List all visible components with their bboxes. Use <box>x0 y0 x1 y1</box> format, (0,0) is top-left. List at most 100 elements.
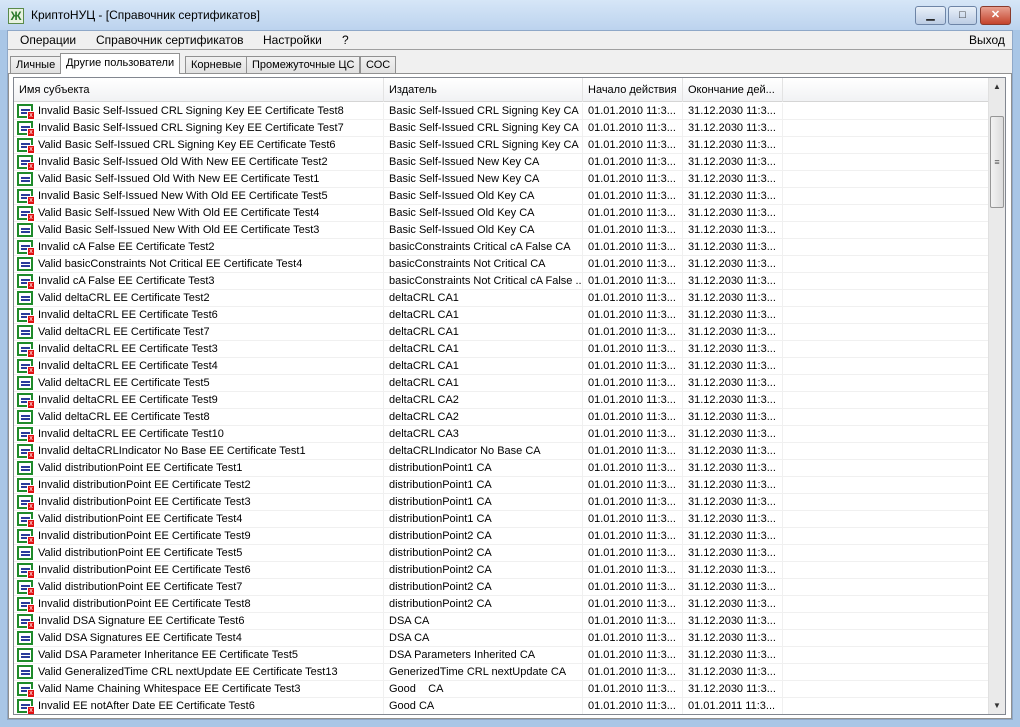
table-row[interactable]: x Invalid Basic Self-Issued CRL Signing K… <box>14 120 989 137</box>
cell-subject: Valid deltaCRL EE Certificate Test2 <box>14 290 384 307</box>
cell-valid-to: 31.12.2030 11:3... <box>683 681 783 698</box>
cell-valid-from: 01.01.2010 11:3... <box>583 103 683 120</box>
error-badge-icon: x <box>27 349 35 358</box>
cell-valid-to: 31.12.2030 11:3... <box>683 664 783 681</box>
table-row[interactable]: x Invalid Basic Self-Issued New With Old … <box>14 188 989 205</box>
error-badge-icon: x <box>27 689 35 698</box>
subject-name: Invalid Basic Self-Issued New With Old E… <box>38 190 328 202</box>
table-row[interactable]: x Invalid deltaCRL EE Certificate Test9 de… <box>14 392 989 409</box>
column-header-issuer[interactable]: Издатель <box>384 78 583 102</box>
tab-root[interactable]: Корневые <box>185 56 248 74</box>
error-badge-icon: x <box>27 281 35 290</box>
cell-subject: Valid distributionPoint EE Certificate T… <box>14 460 384 477</box>
table-row[interactable]: x Invalid distributionPoint EE Certificat… <box>14 596 989 613</box>
table-row[interactable]: x Invalid cA False EE Certificate Test3 ba… <box>14 273 989 290</box>
table-row[interactable]: x Invalid DSA Signature EE Certificate Te… <box>14 613 989 630</box>
menu-operations[interactable]: Операции <box>20 33 76 47</box>
vertical-scrollbar[interactable]: ▲ ≡ ▼ <box>988 78 1005 714</box>
subject-name: Valid deltaCRL EE Certificate Test7 <box>38 326 210 338</box>
cell-subject: Valid deltaCRL EE Certificate Test8 <box>14 409 384 426</box>
table-row[interactable]: x Invalid distributionPoint EE Certificat… <box>14 477 989 494</box>
table-row[interactable]: x Invalid distributionPoint EE Certificat… <box>14 562 989 579</box>
certificate-error-icon: x <box>17 580 35 596</box>
table-row[interactable]: Valid basicConstraints Not Critical EE C… <box>14 256 989 273</box>
cell-subject: x Invalid Basic Self-Issued Old With New … <box>14 154 384 171</box>
table-row[interactable]: x Invalid EE notAfter Date EE Certificate… <box>14 698 989 714</box>
table-row[interactable]: Valid DSA Signatures EE Certificate Test… <box>14 630 989 647</box>
cell-valid-from: 01.01.2010 11:3... <box>583 630 683 647</box>
cell-valid-to: 31.12.2030 11:3... <box>683 375 783 392</box>
table-row[interactable]: x Invalid Basic Self-Issued CRL Signing K… <box>14 103 989 120</box>
table-row[interactable]: x Invalid deltaCRL EE Certificate Test10 d… <box>14 426 989 443</box>
certificate-error-icon: x <box>17 427 35 443</box>
cell-valid-from: 01.01.2010 11:3... <box>583 528 683 545</box>
table-row[interactable]: Valid DSA Parameter Inheritance EE Certi… <box>14 647 989 664</box>
menu-cert-directory[interactable]: Справочник сертификатов <box>96 33 244 47</box>
table-row[interactable]: x Valid Basic Self-Issued New With Old EE… <box>14 205 989 222</box>
subject-name: Invalid deltaCRL EE Certificate Test10 <box>38 428 224 440</box>
table-row[interactable]: x Invalid distributionPoint EE Certificat… <box>14 494 989 511</box>
cell-issuer: distributionPoint2 CA <box>384 562 583 579</box>
minimize-button[interactable]: ▁ <box>915 6 946 25</box>
certificate-error-icon: x <box>17 308 35 324</box>
table-row[interactable]: Valid distributionPoint EE Certificate T… <box>14 545 989 562</box>
certificate-error-icon: x <box>17 563 35 579</box>
subject-name: Invalid distributionPoint EE Certificate… <box>38 496 251 508</box>
subject-name: Invalid distributionPoint EE Certificate… <box>38 530 251 542</box>
table-row[interactable]: x Invalid deltaCRL EE Certificate Test3 de… <box>14 341 989 358</box>
scroll-thumb[interactable]: ≡ <box>990 116 1004 208</box>
cell-valid-from: 01.01.2010 11:3... <box>583 647 683 664</box>
subject-name: Invalid Basic Self-Issued CRL Signing Ke… <box>38 105 344 117</box>
tab-crl[interactable]: СОС <box>360 56 397 74</box>
cell-issuer: deltaCRL CA1 <box>384 307 583 324</box>
error-badge-icon: x <box>27 519 35 528</box>
table-row[interactable]: x Invalid deltaCRL EE Certificate Test6 de… <box>14 307 989 324</box>
table-row[interactable]: Valid Basic Self-Issued New With Old EE … <box>14 222 989 239</box>
cell-issuer: deltaCRL CA3 <box>384 426 583 443</box>
table-row[interactable]: Valid GeneralizedTime CRL nextUpdate EE … <box>14 664 989 681</box>
table-row[interactable]: x Valid distributionPoint EE Certificate … <box>14 511 989 528</box>
table-row[interactable]: Valid deltaCRL EE Certificate Test5 delta… <box>14 375 989 392</box>
cell-valid-from: 01.01.2010 11:3... <box>583 273 683 290</box>
column-header-valid-from[interactable]: Начало действия <box>583 78 683 102</box>
cell-valid-to: 31.12.2030 11:3... <box>683 545 783 562</box>
table-row[interactable]: x Invalid Basic Self-Issued Old With New … <box>14 154 989 171</box>
error-badge-icon: x <box>27 536 35 545</box>
subject-name: Valid DSA Signatures EE Certificate Test… <box>38 632 242 644</box>
error-badge-icon: x <box>27 570 35 579</box>
menu-help[interactable]: ? <box>342 33 349 47</box>
cell-issuer: deltaCRL CA2 <box>384 409 583 426</box>
table-row[interactable]: x Valid distributionPoint EE Certificate … <box>14 579 989 596</box>
cell-valid-from: 01.01.2010 11:3... <box>583 443 683 460</box>
column-header-subject[interactable]: Имя субъекта <box>14 78 384 102</box>
close-button[interactable]: ✕ <box>980 6 1011 25</box>
cell-issuer: deltaCRL CA2 <box>384 392 583 409</box>
maximize-button[interactable]: □ <box>948 6 977 25</box>
menu-exit[interactable]: Выход <box>969 33 1005 47</box>
table-row[interactable]: x Invalid deltaCRLIndicator No Base EE Ce… <box>14 443 989 460</box>
table-row[interactable]: Valid deltaCRL EE Certificate Test8 delta… <box>14 409 989 426</box>
cell-valid-to: 31.12.2030 11:3... <box>683 579 783 596</box>
certificate-icon <box>17 291 33 305</box>
table-row[interactable]: x Valid Basic Self-Issued CRL Signing Key… <box>14 137 989 154</box>
table-row[interactable]: Valid deltaCRL EE Certificate Test2 delta… <box>14 290 989 307</box>
table-row[interactable]: Valid deltaCRL EE Certificate Test7 delta… <box>14 324 989 341</box>
table-row[interactable]: x Invalid deltaCRL EE Certificate Test4 de… <box>14 358 989 375</box>
table-row[interactable]: Valid distributionPoint EE Certificate T… <box>14 460 989 477</box>
table-row[interactable]: x Invalid cA False EE Certificate Test2 ba… <box>14 239 989 256</box>
tab-intermediate-ca[interactable]: Промежуточные ЦС <box>246 56 361 74</box>
cell-issuer: Basic Self-Issued Old Key CA <box>384 222 583 239</box>
table-row[interactable]: x Valid Name Chaining Whitespace EE Certi… <box>14 681 989 698</box>
certificate-list[interactable]: Имя субъекта Издатель Начало действия Ок… <box>13 77 1006 715</box>
table-row[interactable]: Valid Basic Self-Issued Old With New EE … <box>14 171 989 188</box>
menu-settings[interactable]: Настройки <box>263 33 322 47</box>
column-header-valid-to[interactable]: Окончание дей... <box>683 78 783 102</box>
certificate-icon <box>17 223 33 237</box>
scroll-up-arrow-icon[interactable]: ▲ <box>989 78 1005 95</box>
tab-other-users[interactable]: Другие пользователи <box>60 53 181 74</box>
scroll-down-arrow-icon[interactable]: ▼ <box>989 697 1005 714</box>
table-row[interactable]: x Invalid distributionPoint EE Certificat… <box>14 528 989 545</box>
subject-name: Invalid deltaCRL EE Certificate Test4 <box>38 360 218 372</box>
tab-personal[interactable]: Личные <box>10 56 62 74</box>
cell-valid-from: 01.01.2010 11:3... <box>583 188 683 205</box>
